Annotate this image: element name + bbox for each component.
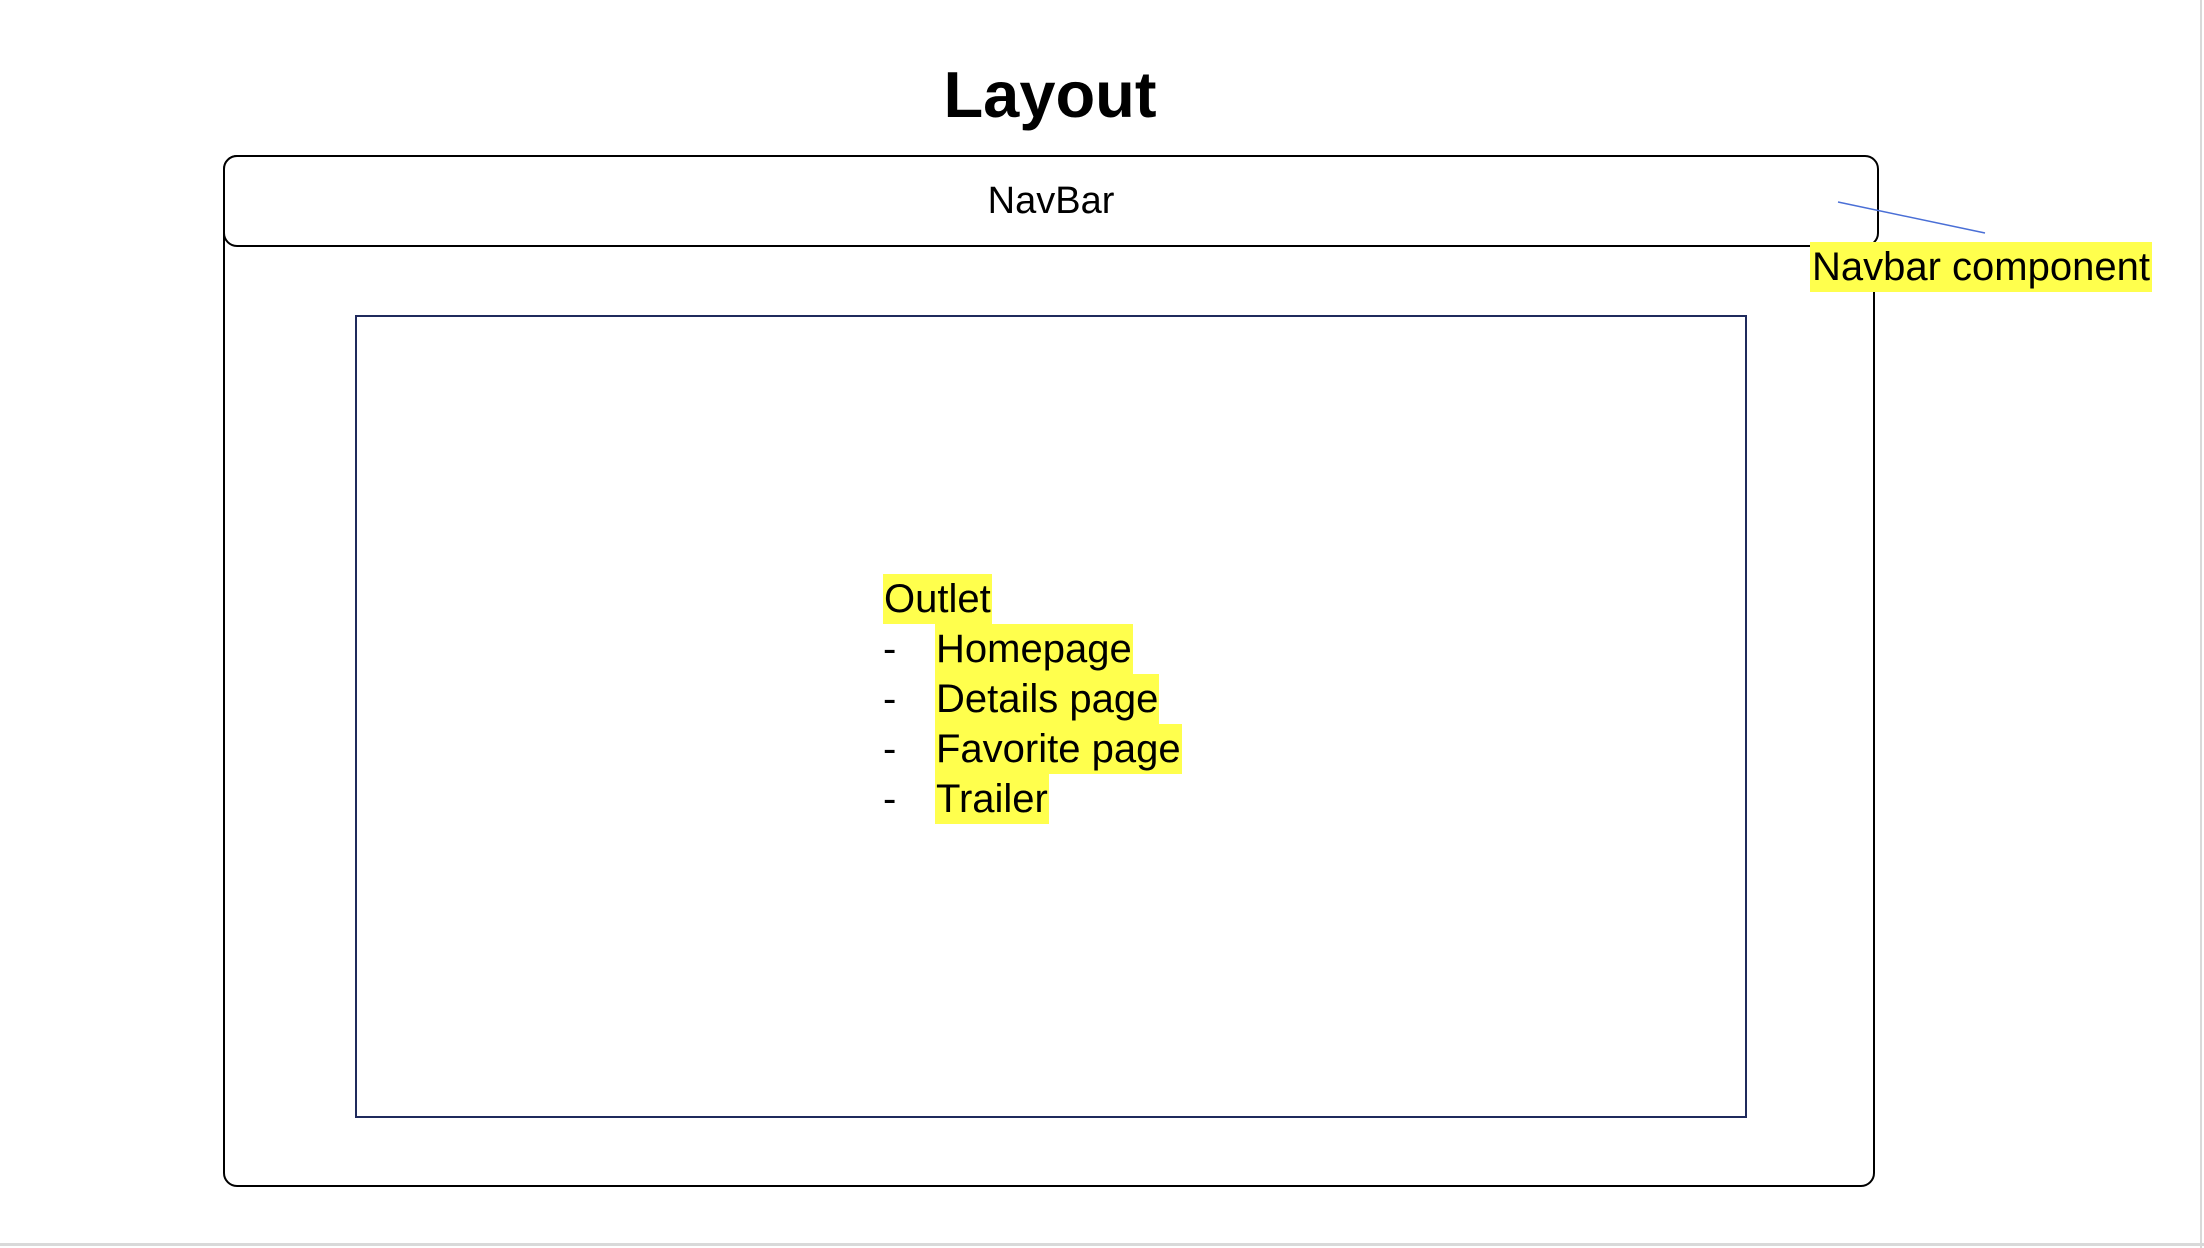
list-bullet: - [883,727,897,771]
navbar-label: NavBar [987,180,1115,222]
outlet-list-item: - Details page [883,674,1182,724]
outlet-item-trailer: Trailer [935,774,1049,824]
slide-edge-bottom [0,1243,2204,1246]
outlet-item-details-page: Details page [935,674,1160,724]
diagram-title: Layout [943,58,1157,131]
outlet-item-homepage: Homepage [935,624,1133,674]
list-bullet: - [883,677,897,721]
outlet-heading: Outlet [883,574,992,624]
outlet-list-item: - Trailer [883,774,1182,824]
navbar-box: NavBar [223,155,1879,247]
outlet-list-item: - Favorite page [883,724,1182,774]
outlet-item-favorite-page: Favorite page [935,724,1182,774]
navbar-component-callout: Navbar component [1810,242,2152,292]
outlet-list-item: - Homepage [883,624,1182,674]
slide-edge-right [2200,0,2202,1248]
outlet-list: Outlet - Homepage - Details page - Favor… [883,574,1182,824]
list-bullet: - [883,627,897,671]
list-bullet: - [883,777,897,821]
